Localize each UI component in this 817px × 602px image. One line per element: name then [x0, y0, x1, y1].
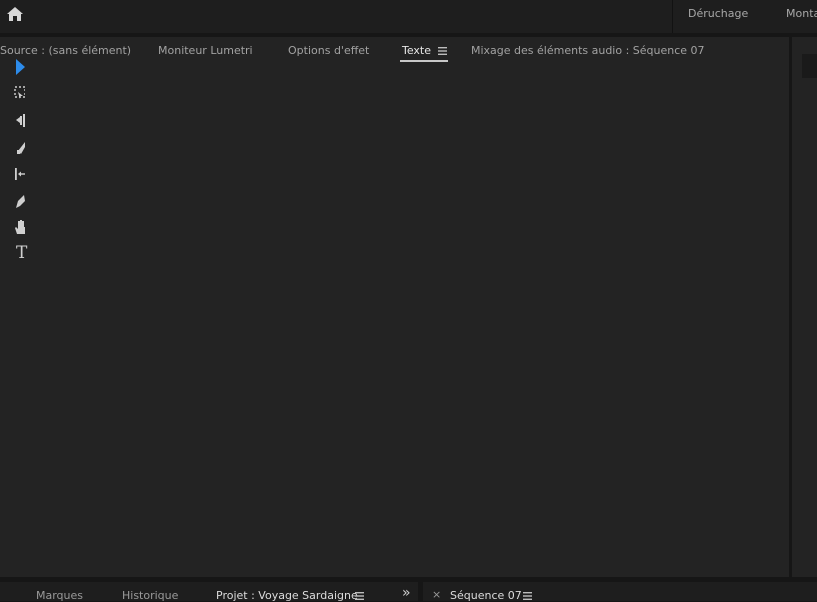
razor-icon[interactable]	[10, 138, 25, 156]
tab-project[interactable]: Projet : Voyage Sardaigne	[216, 589, 358, 602]
hamburger-menu-icon[interactable]	[438, 47, 447, 55]
active-tab-indicator	[400, 60, 448, 62]
tab-markers[interactable]: Marques	[36, 589, 83, 602]
main-panel: Source : (sans élément) Moniteur Lumetri…	[0, 37, 789, 577]
sequence-menu-icon[interactable]	[523, 592, 532, 600]
overflow-chevron-icon[interactable]: »	[402, 585, 411, 601]
tab-audio-mixer[interactable]: Mixage des éléments audio : Séquence 07	[471, 44, 705, 57]
selection-arrow-icon[interactable]	[10, 58, 25, 76]
tools-panel	[792, 37, 817, 577]
tab-text[interactable]: Texte	[402, 44, 431, 57]
home-button[interactable]	[4, 4, 26, 24]
workspace-divider	[672, 0, 673, 33]
tab-lumetri-monitor[interactable]: Moniteur Lumetri	[158, 44, 253, 57]
slip-icon[interactable]	[10, 165, 25, 183]
panel-content-area	[0, 65, 789, 577]
tab-source[interactable]: Source : (sans élément)	[0, 44, 131, 57]
home-icon	[7, 7, 23, 21]
bottom-right-tab-bar: × Séquence 07	[423, 582, 817, 602]
workspace-tab-deruchage[interactable]: Déruchage	[688, 7, 748, 20]
pen-icon[interactable]	[10, 192, 25, 210]
bottom-left-tab-bar: Marques Historique Projet : Voyage Sarda…	[0, 582, 418, 602]
tab-sequence-07[interactable]: Séquence 07	[450, 589, 522, 602]
tab-text-label: Texte	[402, 44, 432, 57]
type-tool-icon[interactable]: T	[10, 244, 27, 262]
tab-effect-options[interactable]: Options d'effet	[288, 44, 369, 57]
panel-tab-bar: Source : (sans élément) Moniteur Lumetri…	[0, 37, 789, 65]
project-menu-icon[interactable]	[355, 592, 364, 600]
tool-selected-highlight	[802, 54, 817, 78]
workspace-tab-montage[interactable]: Monta	[786, 7, 817, 20]
ripple-edit-icon[interactable]	[10, 111, 25, 129]
hand-icon[interactable]	[10, 218, 25, 236]
tab-history[interactable]: Historique	[122, 589, 178, 602]
close-icon[interactable]: ×	[432, 588, 441, 601]
workspace-bar: Déruchage Monta	[0, 0, 817, 33]
track-select-icon[interactable]	[10, 84, 25, 102]
